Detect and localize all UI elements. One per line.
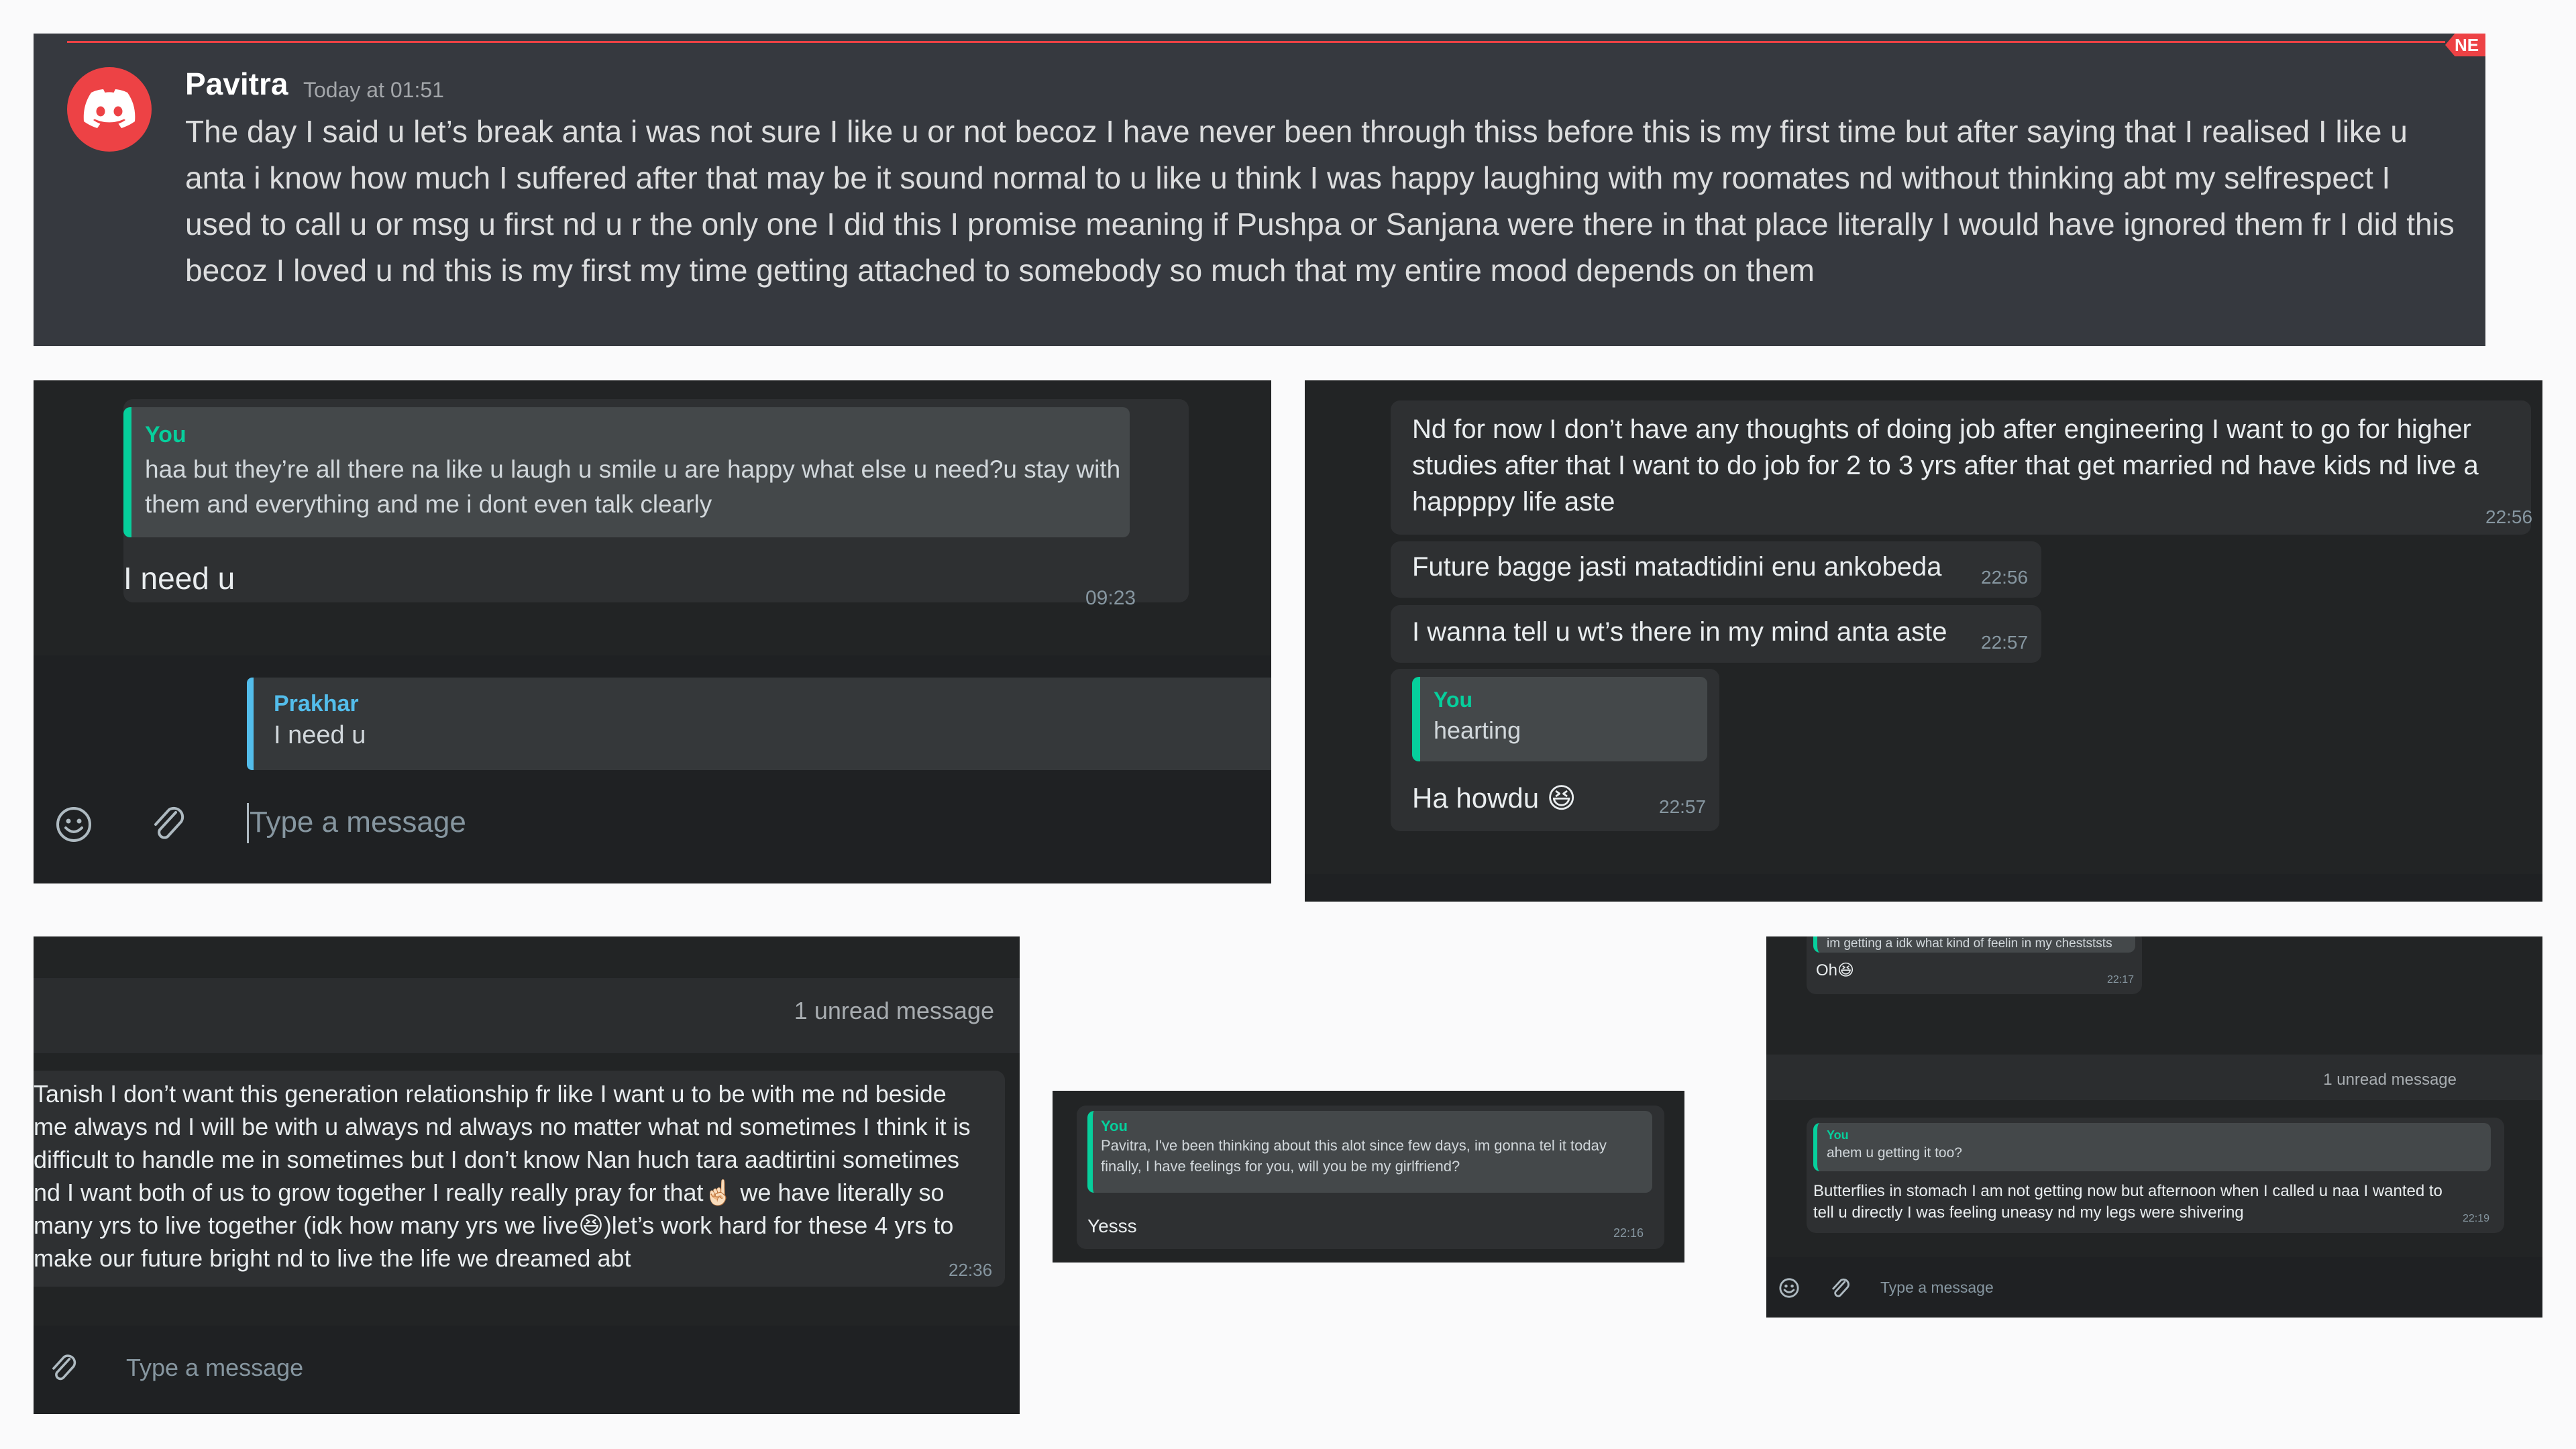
- chat-future-panel: Nd for now I don’t have any thoughts of …: [1305, 380, 2542, 902]
- quote-text: haa but they’re all there na like u laug…: [145, 455, 1121, 518]
- quoted-message[interactable]: You haa but they’re all there na like u …: [123, 407, 1130, 537]
- quote-author: You: [1434, 688, 1473, 712]
- author-name[interactable]: Pavitra: [185, 66, 288, 102]
- composer: Type a message: [1766, 1257, 2542, 1318]
- message-text: Nd for now I don’t have any thoughts of …: [1412, 415, 2479, 517]
- chat-proposal-panel: You Pavitra, I've been thinking about th…: [1053, 1091, 1684, 1263]
- new-badge: NE: [2445, 34, 2485, 56]
- quote-text: ahem u getting it too?: [1827, 1145, 1962, 1161]
- new-messages-divider: [67, 41, 2445, 43]
- reply-preview[interactable]: Prakhar I need u: [247, 678, 1271, 770]
- message-time: 22:19: [2463, 1213, 2490, 1224]
- quoted-message[interactable]: You hearting: [1412, 677, 1707, 761]
- message-time: 22:56: [2485, 506, 2533, 527]
- avatar[interactable]: [67, 67, 152, 152]
- message-time: 22:17: [2107, 974, 2135, 985]
- unread-divider: 1 unread message: [1766, 1055, 2542, 1100]
- chat-reply-panel: You haa but they’re all there na like u …: [34, 380, 1271, 883]
- message-text: Yesss: [1087, 1216, 1137, 1236]
- message-bubble[interactable]: Nd for now I don’t have any thoughts of …: [1391, 400, 2533, 535]
- message-bubble[interactable]: You haa but they’re all there na like u …: [123, 399, 1189, 609]
- message-bubble[interactable]: I wanna tell u wt’s there in my mind ant…: [1391, 605, 2041, 663]
- message-bubble[interactable]: You hearting Ha howdu 😆 22:57: [1391, 669, 1719, 831]
- attach-icon[interactable]: [48, 1352, 78, 1385]
- quoted-message[interactable]: im getting a idk what kind of feelin in …: [1813, 936, 2135, 953]
- message-bubble[interactable]: You Pavitra, I've been thinking about th…: [1077, 1106, 1664, 1249]
- emoji-icon[interactable]: [1778, 1277, 1800, 1299]
- message-input[interactable]: Type a message: [250, 806, 466, 839]
- message-time: 22:56: [1981, 567, 2029, 588]
- message-text: The day I said u let’s break anta i was …: [185, 114, 2455, 288]
- message-bubble[interactable]: Tanish I don’t want this generation rela…: [34, 1071, 1005, 1287]
- attach-icon[interactable]: [149, 804, 186, 845]
- quote-text: im getting a idk what kind of feelin in …: [1827, 936, 2112, 951]
- message-time: 22:57: [1981, 632, 2029, 653]
- message-input[interactable]: Type a message: [1880, 1279, 1994, 1297]
- quoted-message[interactable]: You Pavitra, I've been thinking about th…: [1087, 1111, 1652, 1193]
- message-bubble[interactable]: im getting a idk what kind of feelin in …: [1807, 936, 2142, 994]
- attach-icon[interactable]: [1829, 1277, 1851, 1300]
- composer: Prakhar I need u Type a message: [34, 655, 1271, 883]
- reply-preview-text: I need u: [274, 721, 366, 749]
- message-time: 22:36: [949, 1260, 993, 1280]
- text-cursor: [247, 803, 249, 843]
- quote-author: You: [145, 422, 186, 447]
- chat-butterflies-panel: im getting a idk what kind of feelin in …: [1766, 936, 2542, 1318]
- chat-together-panel: 1 unread message Tanish I don’t want thi…: [34, 936, 1020, 1414]
- message-text: I wanna tell u wt’s there in my mind ant…: [1412, 617, 1947, 647]
- message-text: Ha howdu 😆: [1412, 782, 1576, 814]
- message-time: 22:16: [1613, 1226, 1644, 1240]
- quoted-message[interactable]: You ahem u getting it too?: [1813, 1123, 2491, 1171]
- message-text: Butterflies in stomach I am not getting …: [1813, 1182, 2443, 1222]
- message-time: 22:57: [1659, 796, 1707, 817]
- composer-edge: [1305, 874, 2542, 902]
- message-text: Future bagge jasti matadtidini enu ankob…: [1412, 552, 1942, 582]
- unread-divider: 1 unread message: [34, 978, 1020, 1053]
- message-input[interactable]: Type a message: [126, 1354, 303, 1382]
- quote-author: You: [1101, 1118, 1128, 1134]
- discord-logo-icon: [83, 89, 136, 128]
- discord-message-panel: NE Pavitra Today at 01:51 The day I said…: [34, 34, 2485, 346]
- message-text: Tanish I don’t want this generation rela…: [34, 1080, 971, 1272]
- emoji-icon[interactable]: [55, 806, 93, 843]
- composer: Type a message: [34, 1326, 1020, 1414]
- message-bubble[interactable]: Future bagge jasti matadtidini enu ankob…: [1391, 541, 2041, 598]
- quote-text: Pavitra, I've been thinking about this a…: [1101, 1137, 1607, 1175]
- message-text: Oh😆: [1816, 961, 1855, 979]
- message-text: I need u: [123, 561, 235, 596]
- message-timestamp: Today at 01:51: [303, 78, 444, 102]
- message-time: 09:23: [1085, 587, 1136, 609]
- message-bubble[interactable]: You ahem u getting it too? Butterflies i…: [1807, 1118, 2504, 1233]
- reply-preview-author: Prakhar: [274, 691, 359, 716]
- quote-text: hearting: [1434, 716, 1521, 744]
- quote-author: You: [1827, 1128, 1849, 1142]
